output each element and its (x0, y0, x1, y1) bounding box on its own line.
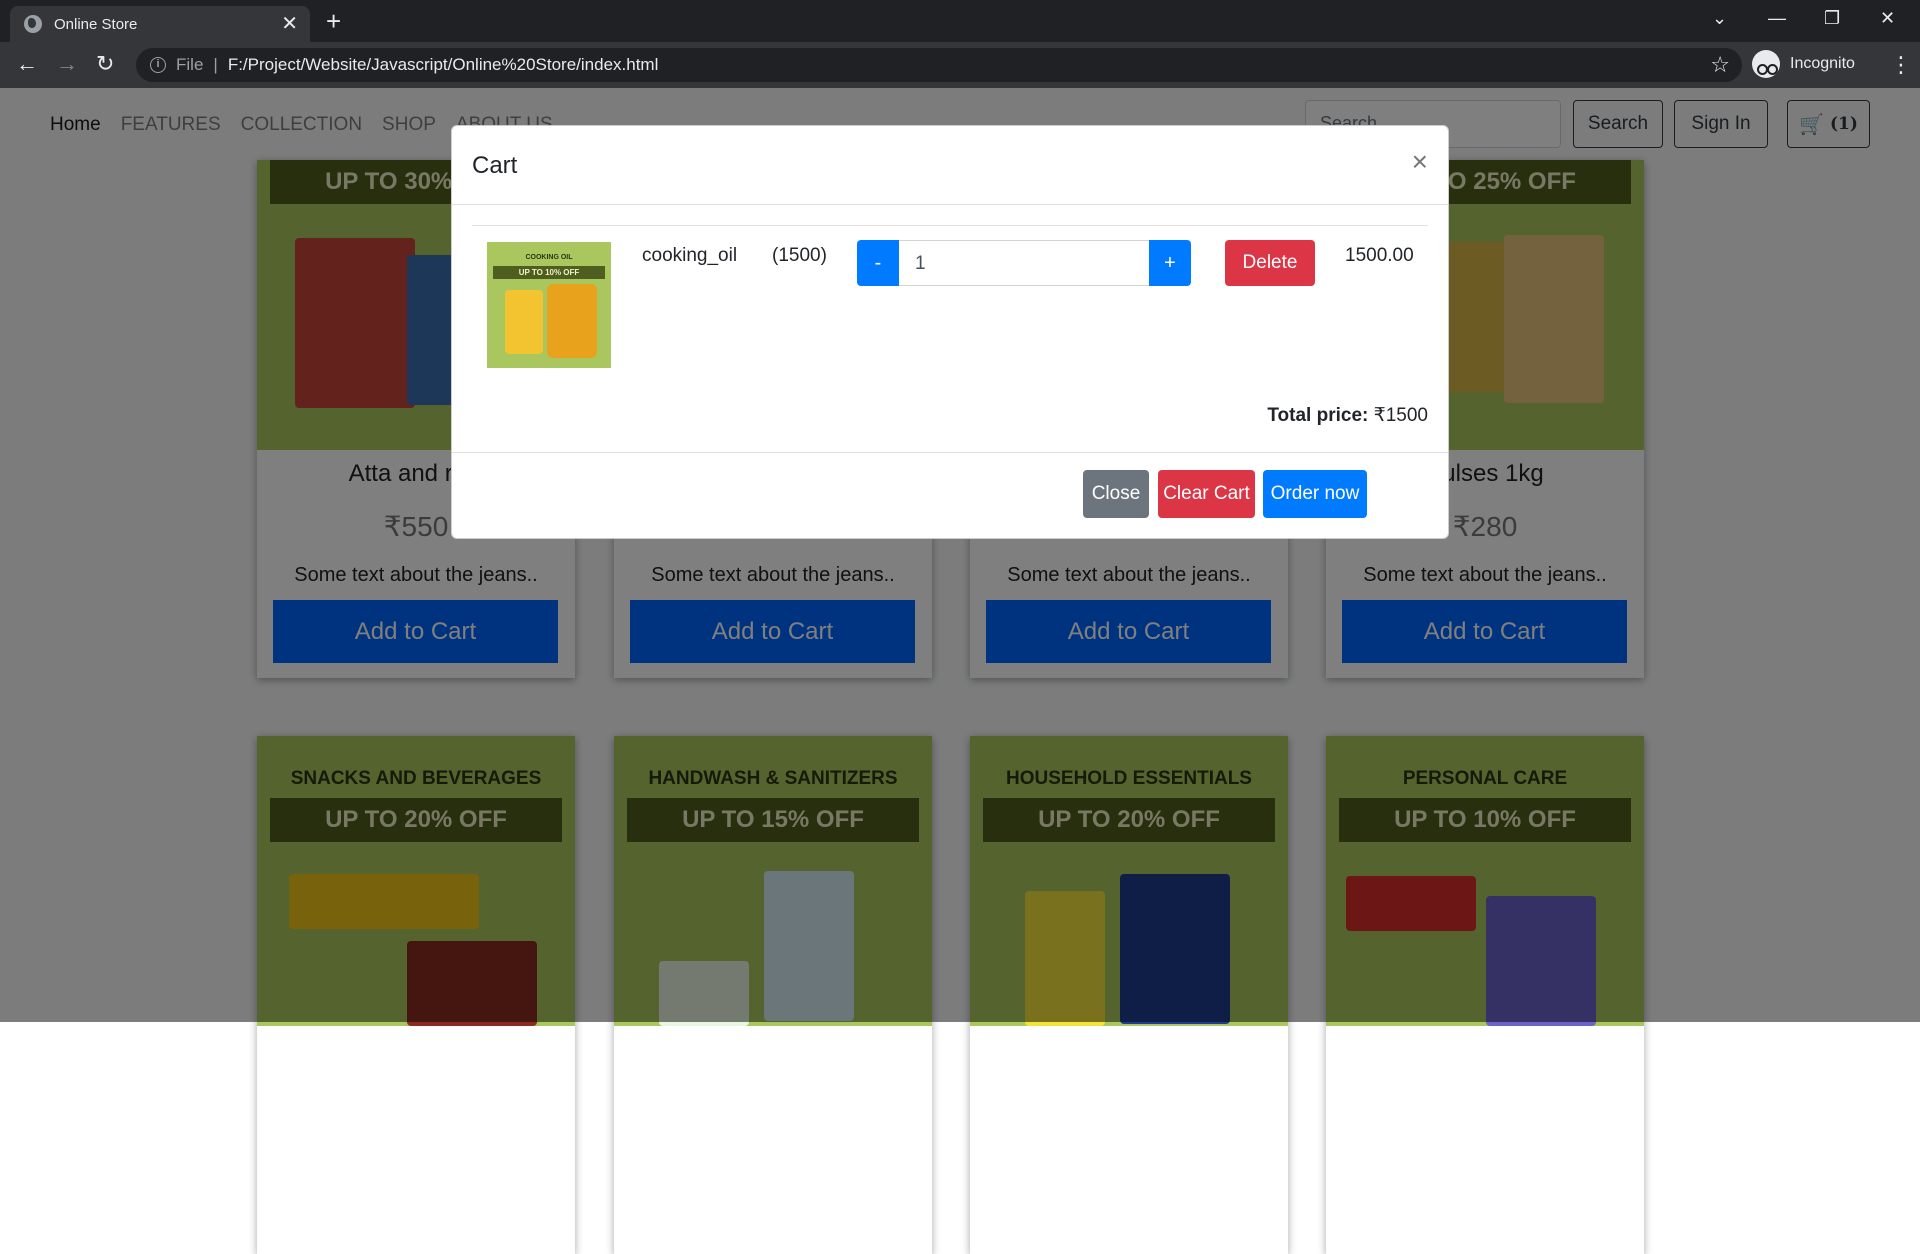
thumb-caption: COOKING OIL (525, 254, 573, 261)
delete-item-button[interactable]: Delete (1225, 240, 1315, 286)
order-now-button[interactable]: Order now (1263, 470, 1367, 518)
forward-icon[interactable]: → (56, 52, 78, 76)
browser-titlebar: Online Store ✕ + ⌄ — ❐ ✕ (0, 0, 1920, 42)
url-scheme: File (176, 55, 204, 74)
back-icon[interactable]: ← (16, 52, 38, 76)
tab-title: Online Store (54, 15, 138, 33)
incognito-label: Incognito (1790, 55, 1855, 72)
info-icon[interactable]: i (150, 57, 166, 73)
quantity-decrease-button[interactable]: - (857, 240, 899, 286)
tab-close-icon[interactable]: ✕ (281, 14, 298, 34)
modal-title: Cart (472, 152, 518, 179)
incognito-indicator[interactable]: Incognito (1752, 47, 1855, 81)
new-tab-icon[interactable]: + (326, 8, 341, 34)
cart-table-divider (472, 225, 1428, 226)
window-close-icon[interactable]: ✕ (1880, 8, 1895, 29)
close-icon[interactable]: × (1412, 148, 1428, 176)
bookmark-star-icon[interactable]: ☆ (1710, 52, 1730, 78)
browser-menu-icon[interactable]: ⋮ (1890, 52, 1912, 78)
restore-icon[interactable]: ❐ (1824, 8, 1840, 29)
browser-toolbar: ← → ↻ i File | F:/Project/Website/Javasc… (0, 42, 1920, 88)
globe-icon (24, 15, 42, 33)
browser-tab[interactable]: Online Store ✕ (10, 6, 310, 42)
cart-item-name: cooking_oil (642, 245, 738, 266)
quantity-increase-button[interactable]: + (1149, 240, 1191, 286)
address-bar[interactable]: i File | F:/Project/Website/Javascript/O… (136, 48, 1742, 82)
url-text[interactable]: F:/Project/Website/Javascript/Online%20S… (228, 55, 659, 75)
quantity-input[interactable]: 1 (899, 240, 1149, 286)
url-separator: | (213, 55, 218, 74)
cart-item-total: 1500.00 (1345, 245, 1414, 266)
tab-search-icon[interactable]: ⌄ (1712, 8, 1727, 29)
thumb-banner: UP TO 10% OFF (493, 266, 605, 279)
cart-total: Total price: ₹1500 (1267, 404, 1428, 427)
cart-modal: Cart × COOKING OIL UP TO 10% OFF cooking… (451, 125, 1449, 539)
close-button[interactable]: Close (1083, 470, 1149, 518)
total-label: Total price: (1267, 405, 1369, 426)
minimize-icon[interactable]: — (1768, 8, 1786, 29)
total-value: ₹1500 (1373, 405, 1428, 426)
cart-item-unit-price: (1500) (772, 245, 827, 266)
cart-item-image: COOKING OIL UP TO 10% OFF (487, 242, 611, 368)
oil-pouch (505, 290, 543, 354)
incognito-icon (1752, 50, 1780, 78)
oil-can (547, 284, 597, 358)
clear-cart-button[interactable]: Clear Cart (1158, 470, 1255, 518)
reload-icon[interactable]: ↻ (96, 52, 114, 76)
modal-header: Cart × (452, 126, 1448, 205)
